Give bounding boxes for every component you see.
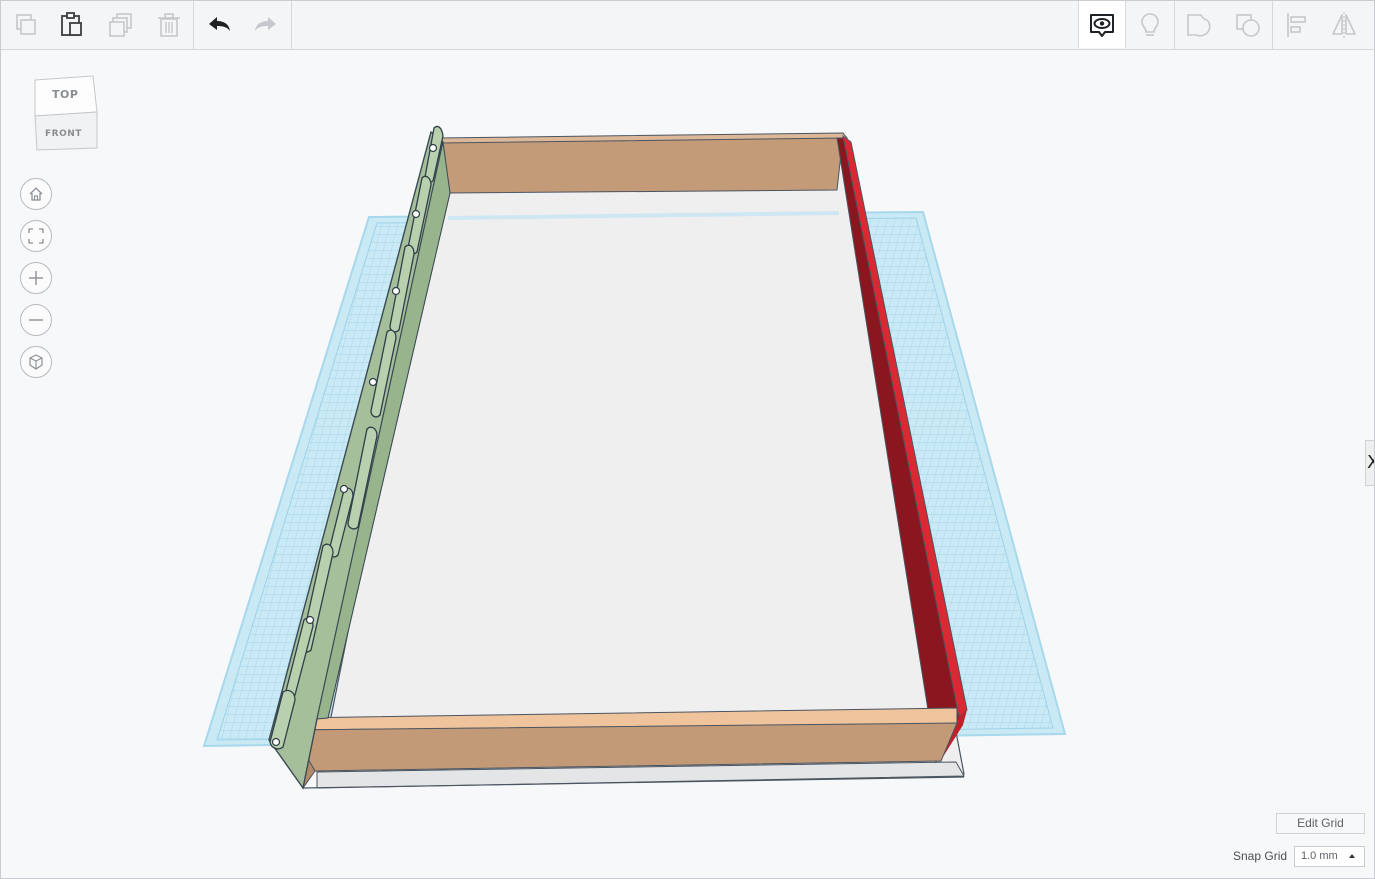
scene-canvas[interactable]	[1, 50, 1374, 878]
view-cube-shape[interactable]	[31, 74, 101, 154]
zoom-out-button[interactable]	[20, 304, 52, 336]
lightbulb-icon	[1141, 13, 1159, 36]
redo-icon	[255, 17, 276, 31]
delete-button[interactable]	[146, 3, 192, 47]
group-button[interactable]	[1176, 3, 1222, 47]
zoom-in-button[interactable]	[20, 262, 52, 294]
zoom-in-icon	[29, 271, 43, 285]
perspective-button[interactable]	[20, 346, 52, 378]
copy-button[interactable]	[3, 3, 49, 47]
inspector-collapse-tab[interactable]: X	[1365, 440, 1374, 486]
duplicate-icon	[109, 13, 132, 37]
fit-all-icon	[28, 228, 44, 244]
duplicate-button[interactable]	[98, 3, 144, 47]
align-icon	[1287, 13, 1306, 37]
snap-grid-select[interactable]: 1.0 mm	[1294, 846, 1365, 867]
undo-icon	[209, 17, 230, 31]
show-hide-icon	[1090, 13, 1114, 37]
ungroup-button[interactable]	[1225, 3, 1271, 47]
3d-viewport[interactable]: TOP FRONT Edit Grid Snap Grid 1.0 mm	[1, 50, 1374, 878]
caret-up-icon	[1349, 854, 1355, 858]
fit-all-button[interactable]	[20, 220, 52, 252]
snap-grid-label: Snap Grid	[1233, 849, 1288, 863]
paste-icon	[61, 12, 82, 36]
view-cube-top-label[interactable]: TOP	[52, 88, 78, 101]
collapse-toggle-glyph: X	[1367, 452, 1374, 473]
delete-icon	[158, 13, 180, 37]
redo-button[interactable]	[243, 3, 289, 47]
paste-button[interactable]	[49, 3, 95, 47]
home-view-button[interactable]	[20, 178, 52, 210]
ungroup-icon	[1236, 14, 1260, 37]
mirror-button[interactable]	[1321, 3, 1367, 47]
perspective-icon	[29, 354, 43, 370]
copy-icon	[16, 14, 36, 35]
show-all-button[interactable]	[1078, 1, 1126, 48]
align-button[interactable]	[1274, 3, 1320, 47]
home-view-icon	[29, 187, 43, 201]
group-icon	[1187, 14, 1211, 37]
mirror-icon	[1332, 12, 1356, 38]
snap-grid-value: 1.0 mm	[1301, 850, 1338, 862]
notes-button[interactable]	[1127, 3, 1173, 47]
edit-grid-button[interactable]: Edit Grid	[1276, 813, 1365, 834]
zoom-out-icon	[29, 319, 43, 321]
view-cube-front-label[interactable]: FRONT	[45, 129, 82, 139]
toolbar	[1, 1, 1374, 50]
back-wall[interactable]	[435, 132, 849, 194]
view-cube[interactable]: TOP FRONT	[31, 74, 101, 154]
undo-button[interactable]	[196, 3, 242, 47]
tinkercad-editor: TOP FRONT Edit Grid Snap Grid 1.0 mm	[0, 0, 1375, 879]
